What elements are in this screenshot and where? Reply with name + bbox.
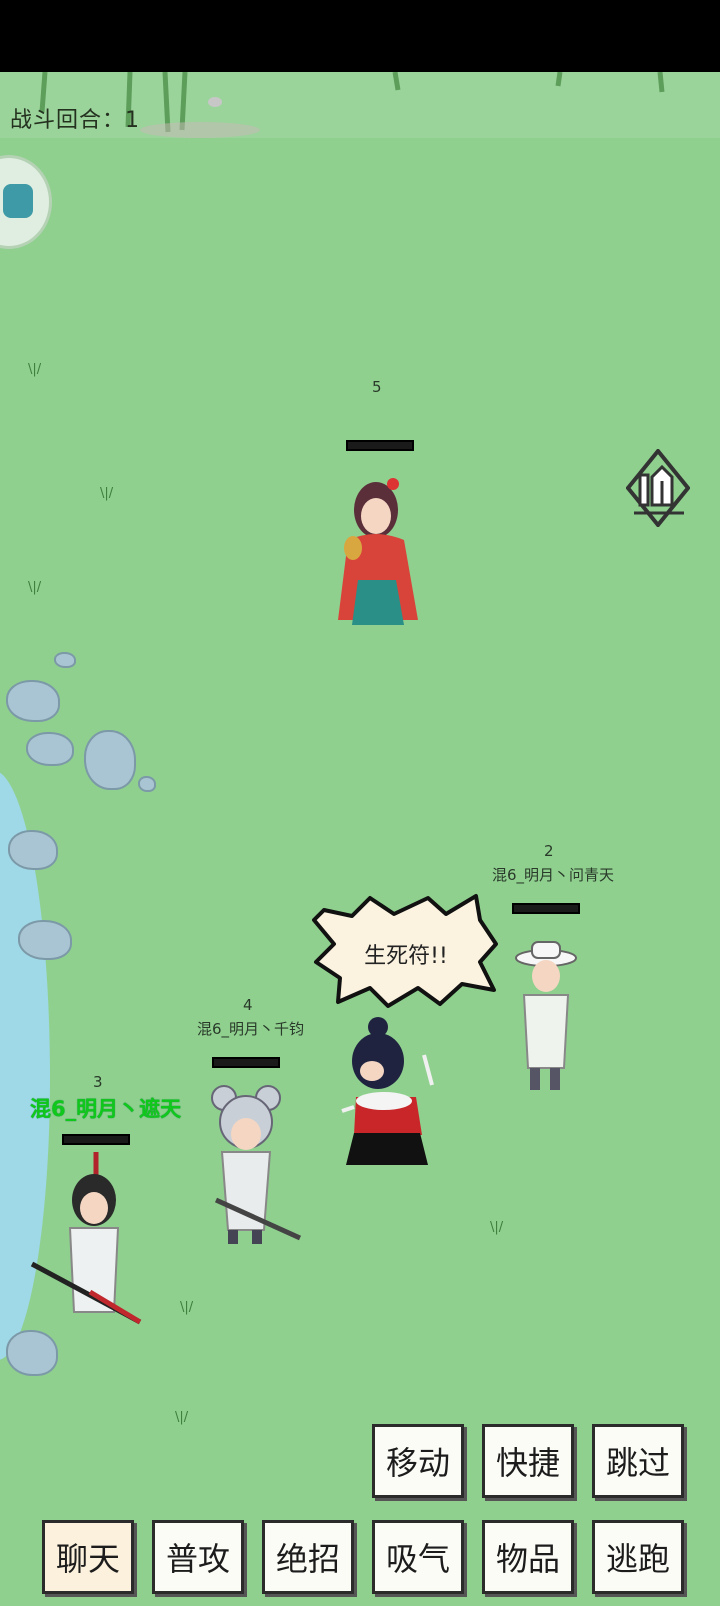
battle-field [0,72,720,1606]
grass: \|/ [490,1220,504,1235]
portal-icon [3,184,33,218]
attack-button[interactable]: 普攻 [152,1520,244,1594]
ultimate-button[interactable]: 绝招 [262,1520,354,1594]
grass: \|/ [100,486,114,501]
breathe-button[interactable]: 吸气 [372,1520,464,1594]
unit-number: 4 [243,996,253,1014]
ally-character-4[interactable] [202,1082,304,1247]
escape-button[interactable]: 逃跑 [592,1520,684,1594]
unit-number: 3 [93,1073,103,1091]
hp-bar [62,1134,130,1145]
status-bar [0,0,720,72]
grass: \|/ [175,1410,189,1425]
move-button[interactable]: 移动 [372,1424,464,1498]
speech-text: 生死符!! [364,944,448,969]
player-character-3[interactable] [30,1152,146,1328]
rock [84,730,136,790]
rock [6,1330,58,1376]
quick-button[interactable]: 快捷 [482,1424,574,1498]
chat-button[interactable]: 聊天 [42,1520,134,1594]
rock [138,776,156,792]
rock [18,920,72,960]
grass: \|/ [28,362,42,377]
grass: \|/ [180,1300,194,1315]
rock [6,680,60,722]
enemy-character-5[interactable] [318,470,428,630]
unit-name: 混6_明月丶千钧 [197,1020,305,1038]
game-screen: 战斗回合：1 \|/ \|/ \|/ \|/ \|/ \|/ 5 2 混6_明月… [0,0,720,1606]
hp-bar [346,440,414,451]
hp-bar [512,903,580,914]
unit-name: 混6_明月丶问青天 [492,866,615,884]
grass: \|/ [28,580,42,595]
items-button[interactable]: 物品 [482,1520,574,1594]
hp-bar [212,1057,280,1068]
skip-button[interactable]: 跳过 [592,1424,684,1498]
round-counter: 战斗回合：1 [10,108,140,133]
unit-number: 5 [372,378,382,396]
enemy-character-casting[interactable] [336,1015,442,1185]
map-icon[interactable] [626,449,690,527]
rock [26,732,74,766]
player-name: 混6_明月丶遮天 [30,1097,182,1121]
ally-character-2[interactable] [510,940,580,1095]
unit-number: 2 [544,842,554,860]
rock [54,652,76,668]
rock [8,830,58,870]
